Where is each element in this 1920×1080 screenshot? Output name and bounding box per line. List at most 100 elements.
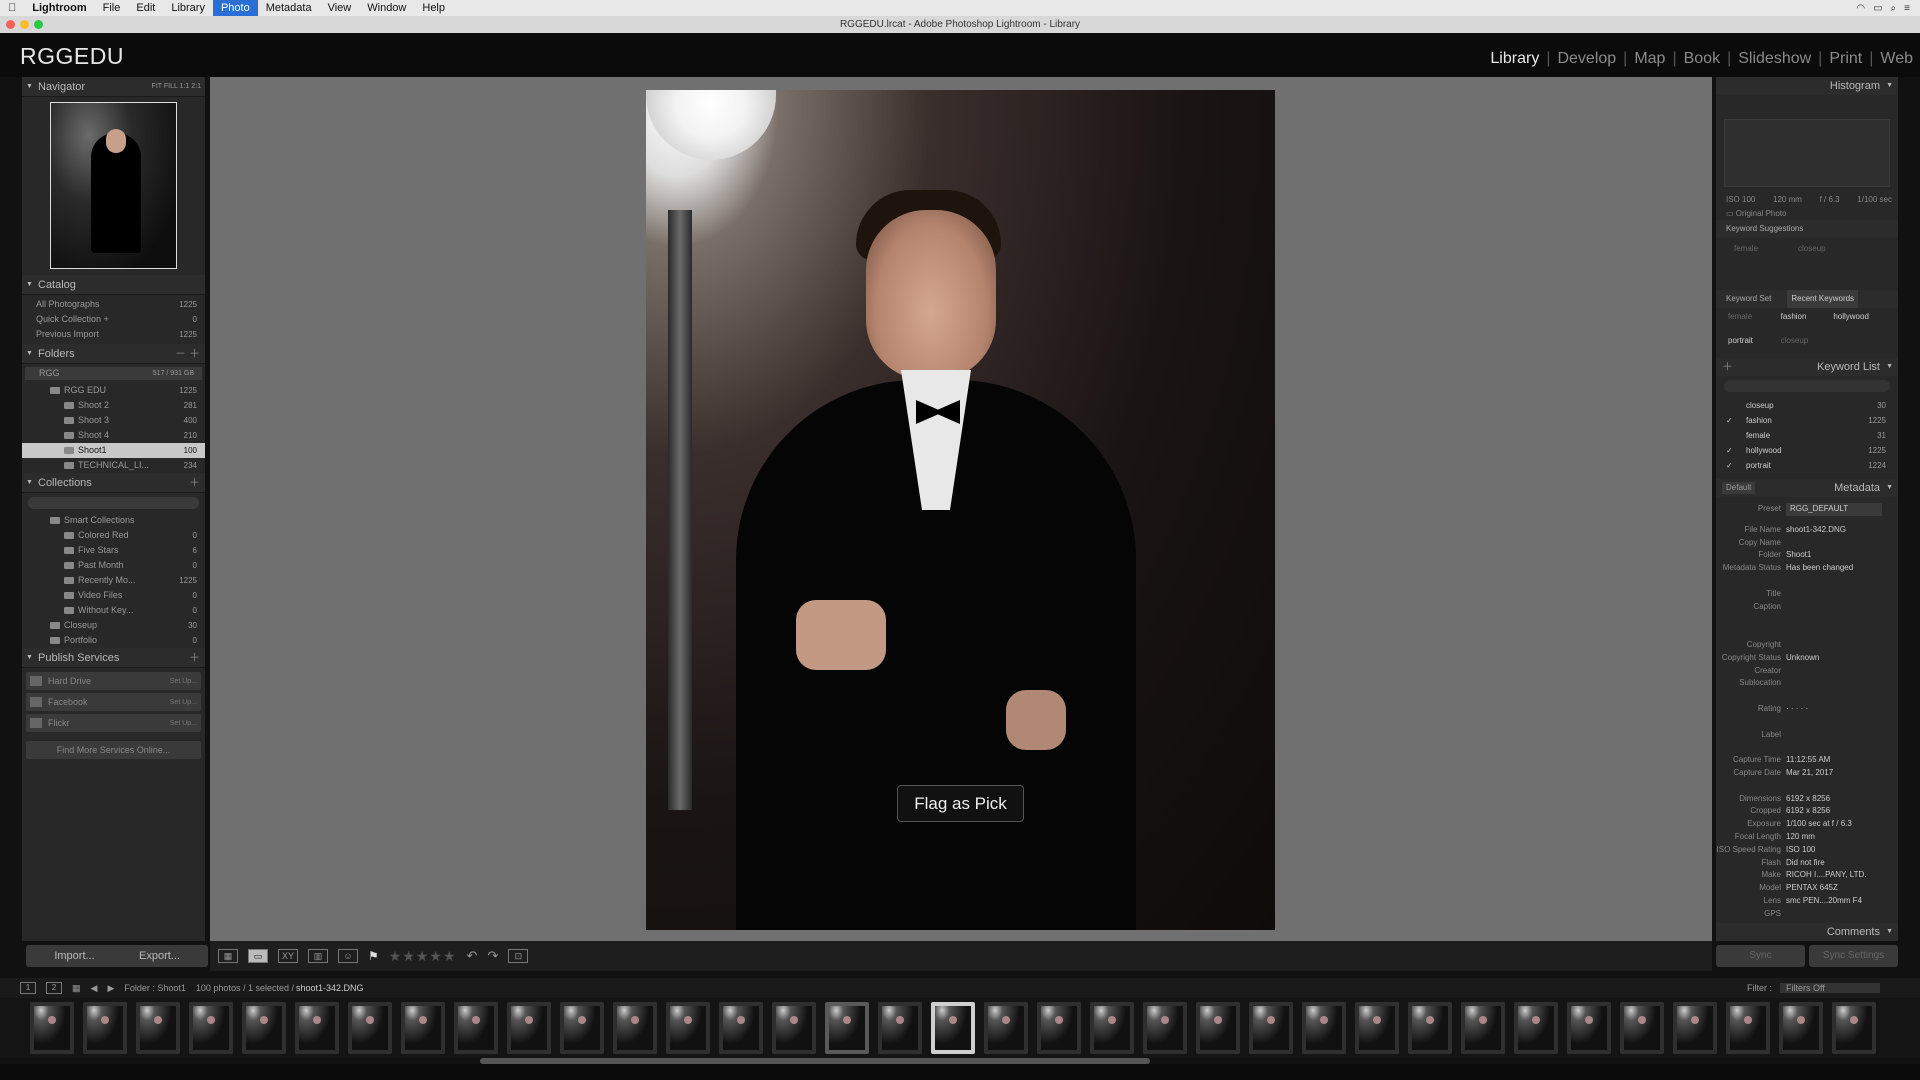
keyword-list-header[interactable]: ＋ Keyword List [1716,358,1898,376]
metadata-value[interactable]: 11:12:55 AM [1786,754,1830,767]
folders-header[interactable]: Folders－ ＋ [22,344,205,364]
collection-item[interactable]: Colored Red 0 [22,528,205,543]
back-arrow-icon[interactable]: ◀ [91,983,98,994]
filmstrip-thumbnail[interactable] [1143,1002,1187,1054]
keyword-filter-input[interactable] [1724,380,1890,392]
publish-header[interactable]: Publish Services＋ [22,648,205,668]
filmstrip-thumbnail[interactable] [136,1002,180,1054]
apple-icon[interactable]:  [0,0,24,16]
filmstrip-thumbnail[interactable] [1673,1002,1717,1054]
add-folder-icon[interactable]: － ＋ [175,344,200,364]
metadata-value[interactable]: Mar 21, 2017 [1786,767,1833,780]
wifi-icon[interactable]: ◠ [1856,3,1865,14]
filmstrip-thumbnail[interactable] [1620,1002,1664,1054]
metadata-header[interactable]: Default Metadata [1716,479,1898,497]
keyword-set-select[interactable]: Recent Keywords [1787,290,1859,308]
find-more-services-button[interactable]: Find More Services Online... [26,741,201,759]
keyword-check-icon[interactable]: ✓ [1726,413,1738,428]
histogram-graph[interactable] [1724,119,1890,187]
grid-icon[interactable]: ▦ [72,983,81,994]
filmstrip-thumbnail[interactable] [401,1002,445,1054]
add-keyword-icon[interactable]: ＋ [1722,358,1733,376]
import-button[interactable]: Import... [26,945,123,967]
filmstrip-thumbnail[interactable] [242,1002,286,1054]
filmstrip-thumbnail[interactable] [1249,1002,1293,1054]
close-window-button[interactable] [6,20,15,29]
keyword-item[interactable]: ✓ fashion 1225 [1716,413,1898,428]
filmstrip-thumbnail[interactable] [1408,1002,1452,1054]
metadata-value[interactable]: Shoot1 [1786,549,1811,562]
metadata-value[interactable]: shoot1-342.DNG [1786,524,1846,537]
collection-item[interactable]: Smart Collections [22,513,205,528]
original-photo-toggle[interactable]: ▭ Original Photo [1726,209,1786,218]
zoom-fit[interactable]: FIT [152,83,162,90]
metadata-value[interactable]: ISO 100 [1786,844,1815,857]
collection-item[interactable]: Recently Mo... 1225 [22,573,205,588]
sync-button[interactable]: Sync [1716,945,1805,967]
folder-item[interactable]: TECHNICAL_LI... 234 [22,458,205,473]
forward-arrow-icon[interactable]: ▶ [107,983,114,994]
export-button[interactable]: Export... [111,945,208,967]
filmstrip-thumbnail[interactable] [1090,1002,1134,1054]
list-icon[interactable]: ≡ [1904,3,1910,14]
primary-window-button[interactable]: 1 [20,982,36,994]
people-view-button[interactable]: ☺ [338,949,358,963]
module-library[interactable]: Library [1483,50,1546,68]
suggested-keyword[interactable]: closeup [1798,244,1826,284]
service-setup[interactable]: Set Up... [170,720,197,727]
metadata-value[interactable]: Has been changed [1786,562,1853,575]
keyword-set-item[interactable]: closeup [1781,336,1834,354]
volume-row[interactable]: RGG 517 / 931 GB [25,367,202,380]
grid-view-button[interactable]: ▦ [218,949,238,963]
loupe-view-button[interactable]: ▭ [248,949,268,963]
catalog-header[interactable]: Catalog [22,275,205,295]
folder-item[interactable]: Shoot1 100 [22,443,205,458]
filmstrip-source[interactable]: Folder : Shoot1 [124,983,186,993]
filter-select[interactable]: Filters Off [1780,983,1880,993]
keyword-check-icon[interactable]: ✓ [1726,458,1738,473]
filmstrip-thumbnail[interactable] [772,1002,816,1054]
filmstrip-thumbnail[interactable] [1196,1002,1240,1054]
metadata-value[interactable]: Unknown [1786,652,1819,665]
menu-file[interactable]: File [95,0,129,16]
keyword-set-item[interactable]: portrait [1728,336,1781,354]
menu-edit[interactable]: Edit [128,0,163,16]
flag-pick-icon[interactable]: ⚑ [368,949,379,963]
collection-item[interactable]: Past Month 0 [22,558,205,573]
keyword-set-item[interactable]: hollywood [1833,312,1886,330]
collections-header[interactable]: Collections＋ [22,473,205,493]
publish-service[interactable]: Flickr Set Up... [26,714,201,732]
folder-item[interactable]: Shoot 2 281 [22,398,205,413]
menu-app[interactable]: Lightroom [24,0,94,16]
metadata-value[interactable]: PENTAX 645Z [1786,882,1838,895]
filmstrip-thumbnail[interactable] [984,1002,1028,1054]
keyword-set-item[interactable]: fashion [1781,312,1834,330]
catalog-item[interactable]: Quick Collection + 0 [22,312,205,327]
filmstrip-thumbnail[interactable] [666,1002,710,1054]
filmstrip-thumbnail[interactable] [1779,1002,1823,1054]
filmstrip-thumbnail[interactable] [825,1002,869,1054]
menu-library[interactable]: Library [163,0,213,16]
filmstrip-thumbnail[interactable] [189,1002,233,1054]
keyword-suggestions-header[interactable]: Keyword Suggestions [1716,220,1898,238]
module-web[interactable]: Web [1873,50,1920,68]
collection-item[interactable]: Portfolio 0 [22,633,205,648]
keyword-item[interactable]: female 31 [1716,428,1898,443]
metadata-value[interactable]: 1/100 sec at f / 6.3 [1786,818,1852,831]
filmstrip-thumbnail[interactable] [348,1002,392,1054]
filmstrip-thumbnail[interactable] [83,1002,127,1054]
metadata-value[interactable]: Did not fire [1786,857,1825,870]
metadata-preset-select[interactable]: RGG_DEFAULT [1786,503,1882,516]
battery-icon[interactable]: ▭ [1873,3,1882,14]
zoom-2-1[interactable]: 2:1 [191,83,201,90]
add-collection-icon[interactable]: ＋ [189,473,200,493]
survey-view-button[interactable]: ▥ [308,949,328,963]
crop-overlay-icon[interactable]: ⊡ [508,949,529,963]
collection-item[interactable]: Video Files 0 [22,588,205,603]
zoom-1-1[interactable]: 1:1 [180,83,190,90]
folder-item[interactable]: Shoot 3 400 [22,413,205,428]
filmstrip-thumbnail[interactable] [454,1002,498,1054]
navigator-preview[interactable] [50,102,177,269]
selected-filename[interactable]: shoot1-342.DNG [296,983,364,993]
rotate-left-icon[interactable]: ↶ [467,948,478,964]
